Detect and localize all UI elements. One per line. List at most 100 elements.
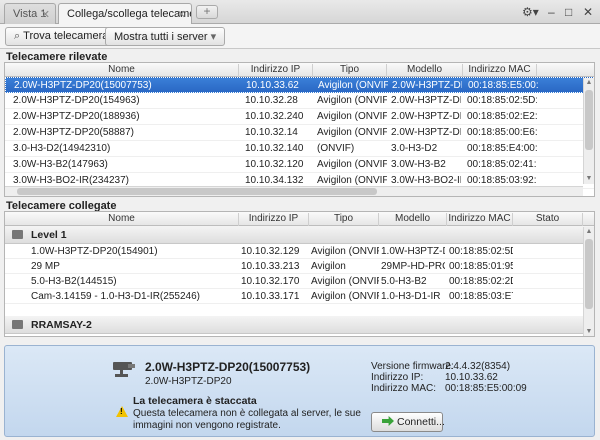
type-cell: Avigilon (ONVIF) (317, 159, 387, 170)
camera-model: 2.0W-H3PTZ-DP20 (145, 376, 232, 387)
connected-cameras-table: Nome Indirizzo IP Tipo Modello Indirizzo… (4, 211, 595, 337)
scroll-down-icon[interactable]: ▼ (584, 327, 594, 336)
group-row[interactable]: RRAMSAY-2 (5, 316, 594, 334)
camera-name-cell: 2.0W-H3PTZ-DP20(154963) (13, 95, 140, 106)
mac-cell: 00:18:85:02:5D:53 (467, 95, 537, 106)
group-label: RRAMSAY-2 (31, 319, 92, 331)
camera-detail-panel: 2.0W-H3PTZ-DP20(15007753) 2.0W-H3PTZ-DP2… (4, 345, 595, 437)
mac-cell: 00:18:85:00:E6:07 (467, 127, 537, 138)
server-icon (12, 320, 23, 329)
type-cell: Avigilon (ONVIF) (311, 291, 379, 302)
column-header-mac[interactable]: Indirizzo MAC (447, 213, 513, 226)
show-all-servers-button[interactable]: Mostra tutti i server ▾ (105, 27, 226, 46)
close-window-icon[interactable]: ✕ (583, 5, 593, 19)
maximize-icon[interactable]: □ (565, 5, 572, 19)
type-cell: Avigilon (ONVIF) (318, 80, 388, 91)
scroll-thumb[interactable] (585, 90, 593, 150)
ip-cell: 10.10.32.120 (245, 159, 304, 170)
ip-cell: 10.10.32.170 (241, 276, 300, 287)
camera-icon (113, 362, 135, 377)
server-icon (12, 230, 23, 239)
scroll-thumb[interactable] (585, 239, 593, 309)
firmware-value: 2.4.4.32(8354) (445, 361, 511, 372)
column-header-ip[interactable]: Indirizzo IP (239, 213, 309, 226)
table-row[interactable]: 3.0-H3-D2(14942310) 10.10.32.140 (ONVIF) 3.… (5, 141, 594, 157)
minimize-icon[interactable]: – (548, 5, 555, 19)
table-row[interactable]: 3.0W-H3-B2(147963) 10.10.32.120 Avigilon (… (5, 157, 594, 173)
connect-label: Connetti... (397, 416, 445, 428)
mac-info: Indirizzo MAC: 00:18:85:E5:00:09 (371, 383, 527, 394)
model-cell: 29MP-HD-PRO-C (381, 261, 445, 272)
type-cell: Avigilon (ONVIF) (317, 127, 387, 138)
type-cell: Avigilon (311, 261, 346, 272)
horizontal-scrollbar[interactable] (5, 186, 583, 196)
detected-cameras-table: Nome Indirizzo IP Tipo Modello Indirizzo… (4, 62, 595, 197)
column-header-type[interactable]: Tipo (313, 64, 387, 77)
column-header-type[interactable]: Tipo (309, 213, 379, 226)
firmware-info: Versione firmware:2.4.4.32(8354) (371, 361, 510, 372)
camera-name-cell: 2.0W-H3PTZ-DP20(58887) (13, 127, 134, 138)
table-row[interactable]: 2.0W-H3PTZ-DP20(58887) 10.10.32.14 Avigilo… (5, 125, 594, 141)
group-label: Level 1 (31, 229, 67, 241)
ip-value: 10.10.33.62 (445, 372, 498, 383)
ip-info: Indirizzo IP: 10.10.33.62 (371, 372, 498, 383)
ip-cell: 10.10.32.240 (245, 111, 304, 122)
model-cell: 2.0W-H3PTZ-DP20 (391, 111, 461, 122)
show-servers-label: Mostra tutti i server (114, 31, 208, 43)
camera-name-cell: 2.0W-H3PTZ-DP20(15007753) (14, 80, 152, 91)
model-cell: 1.0W-H3PTZ-DP (381, 246, 445, 257)
column-header-mac[interactable]: Indirizzo MAC (463, 64, 537, 77)
mac-cell: 00:18:85:03:E7:0E (449, 291, 513, 302)
column-header-name[interactable]: Nome (5, 64, 239, 77)
close-icon[interactable]: ✕ (41, 8, 50, 21)
ip-cell: 10.10.32.28 (245, 95, 298, 106)
vertical-scrollbar[interactable]: ▲ ▼ (583, 78, 594, 184)
connect-button[interactable]: Connetti... (371, 412, 445, 432)
scroll-up-icon[interactable]: ▲ (584, 78, 594, 88)
model-cell: 3.0W-H3-BO2-IR (391, 175, 461, 186)
mac-cell: 00:18:85:02:41:FB (467, 159, 537, 170)
find-camera-label: Trova telecamera... (23, 30, 118, 42)
column-header-ip[interactable]: Indirizzo IP (239, 64, 313, 77)
table-row[interactable]: Cam-3.14159 - 1.0-H3-D1-IR(255246) 10.10.… (5, 289, 594, 304)
ip-cell: 10.10.33.171 (241, 291, 300, 302)
mac-value: 00:18:85:E5:00:09 (445, 383, 527, 394)
group-row[interactable]: Level 1 (5, 226, 594, 244)
column-header-name[interactable]: Nome (5, 213, 239, 226)
model-cell: 2.0W-H3PTZ-DP20 (391, 95, 461, 106)
gear-icon[interactable]: ⚙▾ (522, 5, 539, 19)
mac-cell: 00:18:85:02:5D:15 (449, 246, 513, 257)
warning-title: La telecamera è staccata (133, 395, 257, 407)
close-icon[interactable]: ✕ (177, 8, 186, 21)
tab-vista-1[interactable]: Vista 1 ✕ (4, 3, 56, 24)
table-row[interactable]: 1.0W-H3PTZ-DP20(154901) 10.10.32.129 Avigi… (5, 244, 594, 259)
table-row[interactable]: 2.0W-H3PTZ-DP20(188936) 10.10.32.240 Avigi… (5, 109, 594, 125)
table-row[interactable]: 2.0W-H3PTZ-DP20(154963) 10.10.32.28 Avigil… (5, 93, 594, 109)
table-row[interactable]: 29 MP 10.10.33.213 Avigilon 29MP-HD-PRO-C 00… (5, 259, 594, 274)
table-row[interactable]: 5.0-H3-B2(144515) 10.10.32.170 Avigilon (O… (5, 274, 594, 289)
ip-cell: 10.10.34.132 (245, 175, 304, 186)
vertical-scrollbar[interactable]: ▲ ▼ (583, 227, 594, 336)
camera-name-cell: 3.0W-H3-BO2-IR(234237) (13, 175, 129, 186)
camera-name-cell: Cam-3.14159 - 1.0-H3-D1-IR(255246) (31, 291, 200, 302)
tab-connect-cameras[interactable]: Collega/scollega telecamere... ✕ (58, 3, 192, 25)
add-tab-button[interactable]: + (196, 5, 218, 19)
mac-cell: 00:18:85:02:2D:83 (449, 276, 513, 287)
model-cell: 3.0W-H3-B2 (391, 159, 446, 170)
column-header-model[interactable]: Modello (379, 213, 447, 226)
column-header-status[interactable]: Stato (513, 213, 583, 226)
detected-rows: 2.0W-H3PTZ-DP20(15007753) 10.10.33.62 Avig… (5, 77, 594, 196)
scroll-thumb[interactable] (17, 188, 377, 195)
toolbar: ⌕ Trova telecamera... Mostra tutti i serv… (0, 24, 600, 49)
table-header: Nome Indirizzo IP Tipo Modello Indirizzo… (5, 212, 594, 226)
type-cell: (ONVIF) (317, 143, 355, 154)
camera-name: 2.0W-H3PTZ-DP20(15007753) (145, 360, 311, 374)
ip-cell: 10.10.33.62 (246, 80, 299, 91)
mac-cell: 00:18:85:03:92:FD (467, 175, 537, 186)
scroll-down-icon[interactable]: ▼ (584, 174, 594, 184)
table-row[interactable]: 2.0W-H3PTZ-DP20(15007753) 10.10.33.62 Avig… (5, 77, 594, 93)
column-header-model[interactable]: Modello (387, 64, 463, 77)
model-cell: 2.0W-H3PTZ-DP20 (391, 127, 461, 138)
type-cell: Avigilon (ONVIF) (317, 175, 387, 186)
scroll-up-icon[interactable]: ▲ (584, 227, 594, 237)
